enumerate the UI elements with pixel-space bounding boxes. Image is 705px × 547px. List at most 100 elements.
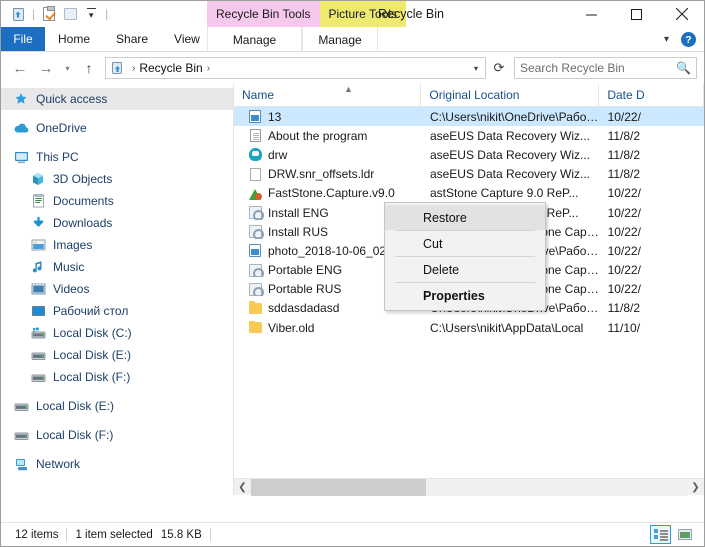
address-bar[interactable]: › Recycle Bin › ▾ <box>105 57 486 79</box>
table-row[interactable]: About the program aseEUS Data Recovery Wi… <box>234 126 704 145</box>
application-icon <box>248 225 264 239</box>
help-icon[interactable]: ? <box>681 32 696 47</box>
chevron-down-icon-ribbon[interactable]: ▾ <box>660 34 673 45</box>
file-name-label: FastStone.Capture.v9.0 <box>268 186 395 201</box>
application-icon <box>248 282 264 297</box>
scroll-right-button[interactable]: ❯ <box>687 479 704 496</box>
breadcrumb-recycle-bin[interactable]: Recycle Bin <box>139 61 202 75</box>
scroll-left-button[interactable]: ❮ <box>234 479 251 496</box>
sidebar-item-local-disk-e[interactable]: Local Disk (E:) <box>1 395 233 417</box>
sidebar-item-onedrive[interactable]: OneDrive <box>1 117 233 139</box>
new-folder-icon[interactable] <box>61 5 79 23</box>
original-location-cell: aseEUS Data Recovery Wiz... <box>429 147 590 162</box>
chevron-down-icon-address[interactable]: ▾ <box>467 58 485 78</box>
chevron-down-icon[interactable]: ▾ <box>82 5 100 23</box>
original-location-cell: aseEUS Data Recovery Wiz... <box>429 128 590 143</box>
sidebar-item-3d-objects[interactable]: 3D Objects <box>1 168 233 190</box>
picture-file-icon <box>248 244 262 258</box>
status-selection: 1 item selected <box>75 528 153 541</box>
sidebar-item-videos[interactable]: Videos <box>1 278 233 300</box>
folder-icon <box>248 301 262 315</box>
sidebar-item-this-pc[interactable]: This PC <box>1 146 233 168</box>
sidebar-item-label: Рабочий стол <box>53 304 129 318</box>
drive-icon <box>13 427 29 443</box>
original-location-cell: astStone Capture 9.0 ReP... <box>429 186 579 201</box>
sidebar-item-label: Quick access <box>36 92 108 106</box>
ribbon-right-controls: ▾ ? <box>660 27 700 52</box>
sidebar-item-label: Local Disk (E:) <box>53 348 132 362</box>
file-explorer-window: | ▾ | Recycle Bin Tools Picture Tools Re… <box>0 0 705 547</box>
column-header-original-location[interactable]: Original Location <box>421 84 600 106</box>
sidebar-item-label: 3D Objects <box>53 172 113 186</box>
large-icons-view-button[interactable] <box>674 525 695 544</box>
table-row[interactable]: DRW.snr_offsets.ldr aseEUS Data Recovery … <box>234 165 704 184</box>
horizontal-scrollbar[interactable]: ❮ ❯ <box>234 478 704 496</box>
sidebar-item-images[interactable]: Images <box>1 234 233 256</box>
file-name-label: DRW.snr_offsets.ldr <box>268 167 375 182</box>
table-row[interactable]: 13 C:\Users\nikit\OneDrive\Рабочий стол\9… <box>234 107 704 127</box>
context-menu-item-cut[interactable]: Cut <box>385 231 545 256</box>
file-name-label: Portable ENG <box>268 263 343 278</box>
properties-clipboard-icon[interactable] <box>40 5 58 23</box>
downloads-icon <box>30 215 46 231</box>
tab-home[interactable]: Home <box>45 27 103 51</box>
maximize-button[interactable] <box>614 1 659 27</box>
forward-button[interactable]: → <box>34 56 58 80</box>
file-name-cell: About the program <box>234 129 422 143</box>
refresh-icon[interactable]: ⟳ <box>488 57 510 79</box>
sidebar-item-quick-access[interactable]: Quick access <box>1 88 233 110</box>
navigation-bar: ← → ▾ ↑ › Recycle Bin › ▾ ⟳ 🔍 <box>1 52 704 84</box>
original-location-cell: aseEUS Data Recovery Wiz... <box>429 167 590 182</box>
sidebar-item-music[interactable]: Music <box>1 256 233 278</box>
navigation-pane: Quick access OneDrive This PC 3D Objects Doc… <box>1 84 234 495</box>
drweb-icon <box>248 148 262 162</box>
sidebar-item-local-disk-e[interactable]: Local Disk (E:) <box>1 344 233 366</box>
sidebar-item-local-disk-c[interactable]: Local Disk (C:) <box>1 322 233 344</box>
minimize-button[interactable] <box>569 1 614 27</box>
context-menu-item-restore[interactable]: Restore <box>385 205 545 230</box>
sidebar-item-documents[interactable]: Documents <box>1 190 233 212</box>
context-menu-item-delete[interactable]: Delete <box>385 257 545 282</box>
back-button[interactable]: ← <box>8 56 32 80</box>
music-icon <box>30 259 46 275</box>
sidebar-item-local-disk-f[interactable]: Local Disk (F:) <box>1 424 233 446</box>
quick-access-toolbar: | ▾ | <box>1 1 110 27</box>
table-row[interactable]: Viber.old C:\Users\nikit\AppData\Local 11/… <box>234 318 704 337</box>
up-button[interactable]: ↑ <box>77 56 101 80</box>
column-header-name[interactable]: Name ▲ <box>234 84 422 106</box>
context-menu-item-properties[interactable]: Properties <box>385 283 545 308</box>
file-name-cell: 13 <box>234 110 422 124</box>
sidebar-item-network[interactable]: Network <box>1 453 233 475</box>
original-location-cell: C:\Users\nikit\OneDrive\Рабочий стол\92 <box>429 109 600 124</box>
tab-view[interactable]: View <box>161 27 213 51</box>
details-view-button[interactable] <box>650 525 671 544</box>
text-document-icon <box>248 129 262 143</box>
date-deleted-cell: 10/22/ <box>607 282 641 297</box>
scrollbar-track[interactable] <box>251 478 687 496</box>
table-row[interactable]: FastStone.Capture.v9.0 astStone Capture 9… <box>234 184 704 203</box>
contextual-tab-recycle-bin-tools[interactable]: Recycle Bin Tools <box>207 1 320 27</box>
tab-share[interactable]: Share <box>103 27 161 51</box>
date-deleted-cell: 10/22/ <box>607 186 641 201</box>
search-box[interactable]: 🔍 <box>514 57 697 79</box>
sidebar-item-[interactable]: Рабочий стол <box>1 300 233 322</box>
search-icon[interactable]: 🔍 <box>676 61 691 75</box>
date-deleted-cell: 10/22/ <box>607 205 641 220</box>
sidebar-item-label: Local Disk (C:) <box>53 326 132 340</box>
column-header-date-deleted[interactable]: Date D <box>599 84 704 106</box>
close-button[interactable] <box>659 1 704 27</box>
recycle-bin-icon[interactable] <box>9 5 27 23</box>
search-input[interactable] <box>520 61 677 75</box>
tab-file[interactable]: File <box>1 27 45 51</box>
sidebar-item-label: Local Disk (E:) <box>36 399 115 413</box>
tab-manage-recycle-bin[interactable]: Manage <box>207 27 302 52</box>
sidebar-item-downloads[interactable]: Downloads <box>1 212 233 234</box>
table-row[interactable]: drw aseEUS Data Recovery Wiz... 11/8/2 <box>234 145 704 164</box>
date-deleted-cell: 11/8/2 <box>607 147 641 162</box>
scrollbar-thumb[interactable] <box>251 478 426 496</box>
tab-manage-picture[interactable]: Manage <box>302 27 378 52</box>
recent-locations-button[interactable]: ▾ <box>60 56 75 80</box>
sidebar-item-local-disk-f[interactable]: Local Disk (F:) <box>1 366 233 388</box>
file-name-label: Viber.old <box>268 320 315 335</box>
breadcrumb-separator-1[interactable]: › <box>203 63 214 74</box>
